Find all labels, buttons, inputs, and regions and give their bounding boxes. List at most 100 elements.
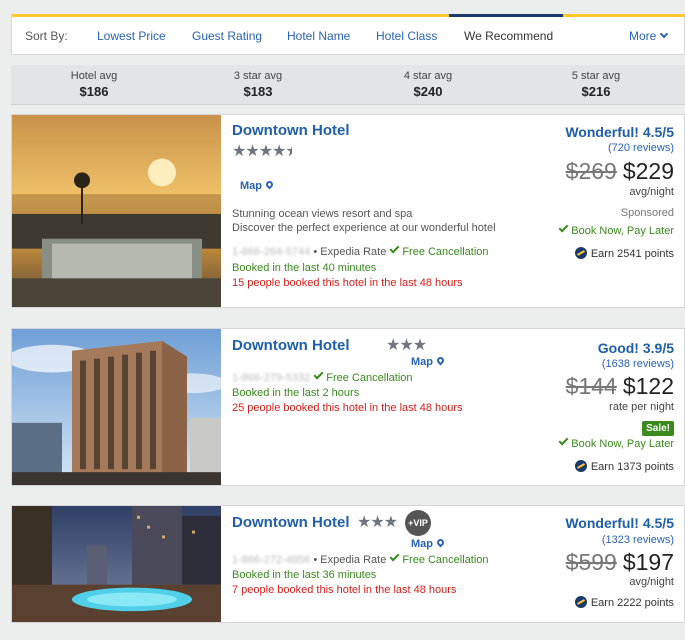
star-icons: ★★★★ — [232, 143, 286, 160]
hotel-name-link[interactable]: Downtown Hotel — [232, 514, 349, 531]
star-rating: ★★★ — [357, 514, 398, 531]
avg-label: 3 star avg — [233, 70, 283, 82]
phone-rate-line: 1-866-279-5332 Free Cancellation — [232, 369, 413, 384]
avg-label: 5 star avg — [571, 70, 621, 82]
avg-label: 4 star avg — [403, 70, 453, 82]
booking-count-text: 15 people booked this hotel in the last … — [232, 277, 463, 289]
price-note: avg/night — [629, 186, 674, 198]
star-rating: ★★★ — [386, 337, 427, 354]
current-price: $229 — [622, 158, 674, 184]
phone-number[interactable]: 1-866-279-5332 — [232, 372, 310, 384]
rewards-icon — [574, 247, 587, 259]
current-price: $122 — [622, 373, 674, 399]
rate-type: • Expedia Rate — [313, 246, 387, 258]
price-row: $269 $229 — [566, 158, 674, 185]
sort-active-indicator — [449, 14, 563, 17]
hotel-name-link[interactable]: Downtown Hotel — [232, 122, 349, 139]
sort-hotel-name[interactable]: Hotel Name — [287, 29, 350, 43]
map-pin-icon — [435, 355, 446, 366]
avg-label: Hotel avg — [70, 70, 118, 82]
points-label: Earn 2541 points — [590, 248, 674, 260]
points-label: Earn 2222 points — [590, 597, 674, 609]
sort-accent-bar — [12, 14, 449, 17]
map-pin-icon — [435, 537, 446, 548]
phone-number[interactable]: 1-866-264-5744 — [232, 246, 310, 258]
reviews-link[interactable]: (720 reviews) — [608, 142, 674, 154]
guest-rating: Good! 3.9/5 — [597, 340, 674, 356]
map-link[interactable]: Map — [411, 537, 446, 550]
map-pin-icon — [264, 179, 275, 190]
hotel-card[interactable]: Downtown Hotel ★★★★★ Map Stunning ocean … — [11, 114, 685, 308]
points-label: Earn 1373 points — [590, 461, 674, 473]
avg-value: $183 — [243, 84, 273, 99]
price-row: $599 $197 — [566, 549, 674, 576]
sort-more-label: More — [629, 29, 657, 43]
hotel-card[interactable]: Downtown Hotel ★★★ +VIP Map 1-866-272-48… — [11, 505, 685, 623]
sort-we-recommend[interactable]: We Recommend — [464, 29, 553, 43]
price-row: $144 $122 — [566, 373, 674, 400]
hotel-name-link[interactable]: Downtown Hotel — [232, 337, 349, 354]
checkmark-icon — [313, 369, 324, 380]
free-cancellation: Free Cancellation — [402, 554, 489, 566]
sale-badge: Sale! — [642, 421, 674, 436]
rewards-points: Earn 2222 points — [574, 594, 674, 609]
booking-count-text: 25 people booked this hotel in the last … — [232, 402, 463, 414]
guest-rating: Wonderful! 4.5/5 — [565, 124, 674, 140]
avg-value: $186 — [79, 84, 109, 99]
sort-accent-bar-right — [563, 14, 685, 17]
hotel-photo-building[interactable] — [12, 329, 221, 485]
sort-more-button[interactable]: More — [629, 29, 669, 43]
rewards-points: Earn 1373 points — [574, 458, 674, 473]
sponsored-label: Sponsored — [620, 207, 674, 219]
phone-rate-line: 1-866-272-4856 • Expedia Rate Free Cancel… — [232, 551, 489, 566]
recent-booking-text: Booked in the last 36 minutes — [232, 569, 377, 581]
hotel-description: Stunning ocean views resort and spa Disc… — [232, 207, 496, 235]
free-cancellation: Free Cancellation — [326, 372, 413, 384]
map-label: Map — [411, 538, 433, 550]
book-now-pay-later: Book Now, Pay Later — [555, 222, 674, 237]
phone-rate-line: 1-866-264-5744 • Expedia Rate Free Cancel… — [232, 243, 489, 258]
avg-hotel: Hotel avg $186 — [34, 70, 154, 99]
sort-lowest-price[interactable]: Lowest Price — [97, 29, 166, 43]
half-star-icon: ★ — [285, 141, 292, 161]
guest-rating: Wonderful! 4.5/5 — [565, 515, 674, 531]
reviews-link[interactable]: (1323 reviews) — [602, 534, 674, 546]
map-label: Map — [240, 180, 262, 192]
hotel-photo-sunset-pool[interactable] — [12, 115, 221, 307]
rewards-icon — [574, 460, 587, 472]
checkmark-icon — [389, 551, 400, 562]
recent-booking-text: Booked in the last 40 minutes — [232, 262, 377, 274]
chevron-down-icon — [660, 29, 669, 39]
old-price: $599 — [565, 549, 617, 575]
free-cancellation: Free Cancellation — [402, 246, 489, 258]
checkmark-icon — [558, 435, 569, 446]
booking-count-text: 7 people booked this hotel in the last 4… — [232, 584, 457, 596]
recent-booking-text: Booked in the last 2 hours — [232, 387, 360, 399]
map-link[interactable]: Map — [240, 179, 275, 192]
old-price: $269 — [565, 158, 617, 184]
map-link[interactable]: Map — [411, 355, 446, 368]
description-line: Discover the perfect experience at our w… — [232, 222, 496, 234]
hotel-card[interactable]: Downtown Hotel ★★★ Map 1-866-279-5332 Fre… — [11, 328, 685, 486]
vip-badge: +VIP — [405, 510, 431, 536]
avg-value: $216 — [581, 84, 611, 99]
map-label: Map — [411, 356, 433, 368]
hotel-photo-night-pool[interactable] — [12, 506, 221, 622]
sort-by-label: Sort By: — [25, 29, 68, 43]
avg-value: $240 — [413, 84, 443, 99]
avg-4-star: 4 star avg $240 — [368, 70, 488, 99]
sort-hotel-class[interactable]: Hotel Class — [376, 29, 437, 43]
price-note: rate per night — [609, 401, 674, 413]
price-note: avg/night — [629, 576, 674, 588]
description-line: Stunning ocean views resort and spa — [232, 208, 413, 220]
current-price: $197 — [622, 549, 674, 575]
reviews-link[interactable]: (1638 reviews) — [602, 358, 674, 370]
sort-bar: Sort By: Lowest Price Guest Rating Hotel… — [11, 14, 685, 55]
price-averages-bar: Hotel avg $186 3 star avg $183 4 star av… — [11, 65, 685, 105]
star-rating: ★★★★★ — [232, 141, 292, 161]
sort-guest-rating[interactable]: Guest Rating — [192, 29, 262, 43]
book-now-pay-later: Book Now, Pay Later — [555, 435, 674, 450]
sale-badge-wrap: Sale! — [642, 418, 674, 436]
phone-number[interactable]: 1-866-272-4856 — [232, 554, 310, 566]
hotel-photo-image — [12, 329, 221, 485]
